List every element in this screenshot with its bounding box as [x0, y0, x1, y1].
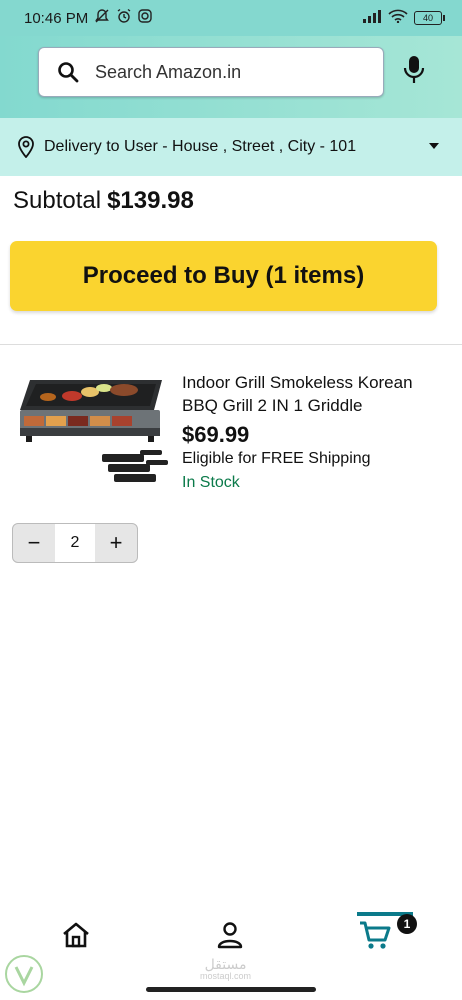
delivery-address-text: Delivery to User - House , Street , City… — [44, 138, 357, 155]
search-input[interactable] — [93, 60, 347, 84]
increase-quantity-button[interactable]: + — [95, 524, 137, 562]
subtotal-amount: $139.98 — [107, 187, 194, 214]
instagram-icon — [138, 9, 152, 27]
product-price: $69.99 — [182, 422, 250, 447]
signal-icon — [362, 9, 382, 27]
shipping-info: Eligible for FREE Shipping — [182, 450, 371, 467]
status-time: 10:46 PM — [24, 9, 89, 27]
watermark-subtext: mostaql.com — [200, 971, 252, 981]
home-icon — [63, 922, 89, 948]
wifi-icon — [388, 9, 408, 27]
mic-button[interactable] — [400, 50, 428, 90]
quantity-stepper: − 2 + — [12, 523, 138, 563]
decrease-quantity-button[interactable]: − — [13, 524, 55, 562]
subtotal-label: Subtotal — [13, 187, 102, 214]
header — [0, 36, 462, 118]
home-indicator — [146, 987, 316, 992]
location-pin-icon — [18, 136, 34, 158]
quantity-value: 2 — [55, 524, 95, 562]
status-bar: 10:46 PM 40 — [0, 0, 462, 36]
account-icon — [217, 922, 243, 949]
watermark-logo — [5, 955, 43, 993]
muted-bell-icon — [94, 8, 110, 28]
stock-status: In Stock — [182, 474, 240, 491]
subtotal: Subtotal $139.98 — [13, 187, 194, 215]
nav-account[interactable] — [210, 915, 250, 955]
status-right: 40 — [362, 9, 445, 27]
status-left: 10:46 PM — [24, 8, 152, 28]
nav-home[interactable] — [56, 915, 96, 955]
battery-indicator: 40 — [414, 11, 445, 25]
proceed-to-buy-button[interactable]: Proceed to Buy (1 items) — [10, 241, 437, 311]
search-icon — [58, 62, 79, 83]
alarm-icon — [116, 8, 132, 28]
delivery-address-bar[interactable]: Delivery to User - House , Street , City… — [0, 118, 462, 176]
search-bar[interactable] — [38, 47, 384, 97]
divider — [0, 344, 462, 345]
watermark: مستقل mostaql.com — [200, 957, 252, 982]
cart-icon — [360, 921, 391, 949]
product-title[interactable]: Indoor Grill Smokeless Korean BBQ Grill … — [182, 371, 452, 417]
chevron-down-icon — [429, 143, 439, 149]
mic-icon — [403, 56, 425, 83]
product-image[interactable] — [12, 370, 172, 492]
nav-cart[interactable] — [355, 915, 395, 955]
cart-count-badge: 1 — [397, 914, 417, 934]
